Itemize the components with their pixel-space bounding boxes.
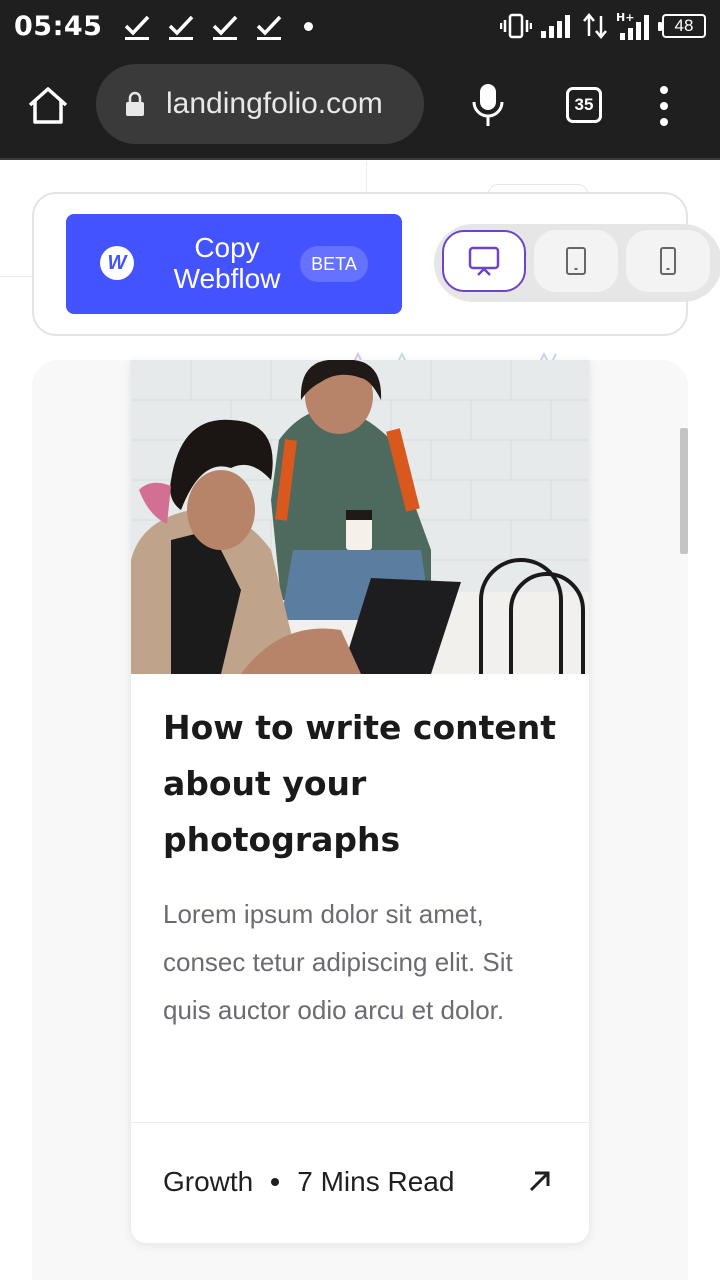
home-icon[interactable]	[26, 84, 70, 128]
card-photo	[131, 360, 589, 674]
notification-icons	[122, 11, 284, 41]
desktop-icon	[468, 246, 500, 276]
tablet-icon	[566, 247, 586, 275]
check-notification-icon	[213, 15, 238, 40]
data-transfer-icon	[583, 13, 607, 39]
status-indicators: H+ 48	[500, 11, 706, 41]
mobile-view-button[interactable]	[626, 230, 710, 292]
check-notification-icon	[125, 15, 150, 40]
preview-scrollbar[interactable]	[680, 428, 688, 554]
device-switcher	[434, 224, 720, 302]
battery-indicator: 48	[658, 14, 706, 38]
more-notifications-dot	[304, 21, 314, 31]
url-text[interactable]: landingfolio.com	[166, 87, 406, 121]
browser-menu-button[interactable]	[656, 86, 672, 126]
background-divider	[0, 276, 34, 277]
url-bar[interactable]: landingfolio.com	[96, 64, 424, 144]
page-content: ▁▁▁ ▁▁▁▁▁ W Copy Webflow BETA How to wri…	[0, 162, 720, 1280]
card-read-time: 7 Mins Read	[297, 1166, 455, 1197]
copy-label-line2: Webflow	[173, 263, 281, 294]
copy-label-line1: Copy	[194, 232, 260, 263]
battery-level: 48	[674, 16, 694, 35]
check-notification-icon	[257, 15, 282, 40]
desktop-view-button[interactable]	[442, 230, 526, 292]
tab-switcher-button[interactable]: 35	[566, 87, 602, 123]
hplus-signal-icon: H+	[616, 11, 649, 40]
tab-count: 35	[574, 95, 594, 114]
status-bar: 05:45 H+ 48	[0, 0, 720, 52]
microphone-icon[interactable]	[470, 82, 506, 128]
card-divider	[131, 1122, 589, 1123]
card-title[interactable]: How to write content about your photogra…	[163, 700, 563, 868]
lock-icon	[126, 91, 144, 116]
copy-webflow-label: Copy Webflow	[148, 232, 306, 294]
webflow-logo-icon: W	[100, 246, 134, 280]
mobile-icon	[660, 247, 676, 275]
card-description: Lorem ipsum dolor sit amet, consec tetur…	[163, 899, 513, 1025]
browser-toolbar: landingfolio.com 35	[0, 52, 720, 160]
copy-webflow-button[interactable]: W Copy Webflow BETA	[66, 214, 402, 314]
svg-text:H+: H+	[616, 11, 634, 24]
check-notification-icon	[169, 15, 194, 40]
card-footer: Growth 7 Mins Read	[163, 1160, 563, 1204]
webflow-logo-letter: W	[107, 251, 127, 274]
status-time: 05:45	[14, 10, 103, 42]
vibrate-icon	[500, 13, 532, 39]
copy-panel: W Copy Webflow BETA	[32, 192, 720, 336]
arrow-up-right-icon[interactable]	[527, 1168, 553, 1194]
blog-card[interactable]: How to write content about your photogra…	[130, 360, 590, 1244]
beta-badge: BETA	[300, 246, 368, 282]
card-category: Growth	[163, 1166, 254, 1197]
tablet-view-button[interactable]	[534, 230, 618, 292]
signal-icon	[541, 15, 570, 38]
separator-dot	[271, 1178, 280, 1186]
background-divider	[366, 162, 367, 192]
